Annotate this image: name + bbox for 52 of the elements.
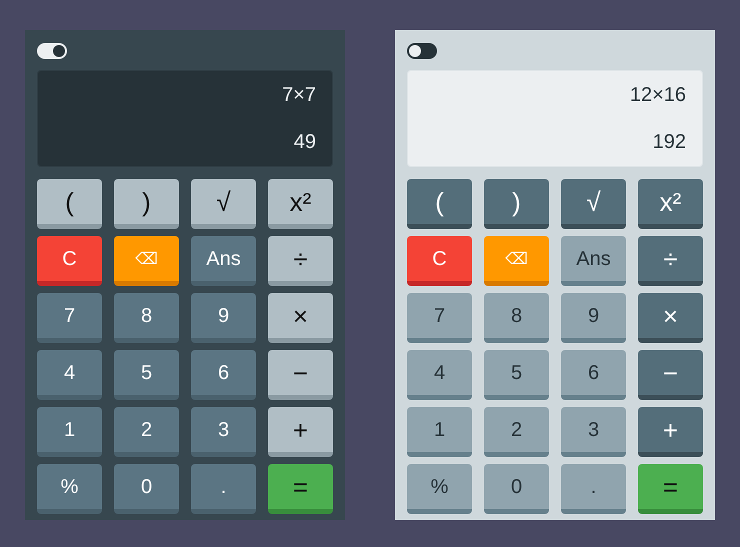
key-button[interactable]: 0 — [484, 464, 549, 514]
toggle-switch[interactable] — [37, 43, 67, 59]
key-button[interactable]: 7 — [37, 293, 102, 343]
key-button[interactable]: + — [268, 407, 333, 457]
key-button[interactable]: 9 — [561, 293, 626, 343]
key-button[interactable]: − — [268, 350, 333, 400]
key-button[interactable]: + — [638, 407, 703, 457]
key-button[interactable]: C — [37, 236, 102, 286]
key-button[interactable]: = — [638, 464, 703, 514]
key-button[interactable]: 8 — [484, 293, 549, 343]
key-button[interactable]: × — [268, 293, 333, 343]
toggle-switch[interactable] — [407, 43, 437, 59]
key-button[interactable]: ) — [114, 179, 179, 229]
key-button[interactable]: 8 — [114, 293, 179, 343]
key-button[interactable]: ÷ — [268, 236, 333, 286]
key-button[interactable]: √ — [191, 179, 256, 229]
key-button[interactable]: 6 — [561, 350, 626, 400]
key-button[interactable]: 7 — [407, 293, 472, 343]
key-button[interactable]: = — [268, 464, 333, 514]
key-button[interactable]: 1 — [37, 407, 102, 457]
key-button[interactable]: 2 — [484, 407, 549, 457]
expression-text: 7×7 — [282, 85, 316, 105]
key-button[interactable]: ÷ — [638, 236, 703, 286]
key-button[interactable]: ( — [37, 179, 102, 229]
key-button[interactable]: 6 — [191, 350, 256, 400]
result-text: 192 — [652, 132, 686, 152]
key-button[interactable]: Ans — [561, 236, 626, 286]
key-button[interactable]: 3 — [561, 407, 626, 457]
key-button[interactable]: 2 — [114, 407, 179, 457]
key-button[interactable]: 5 — [484, 350, 549, 400]
result-text: 49 — [294, 132, 316, 152]
key-button[interactable]: C — [407, 236, 472, 286]
key-button[interactable]: Ans — [191, 236, 256, 286]
key-button[interactable]: % — [407, 464, 472, 514]
expression-text: 12×16 — [630, 85, 686, 105]
key-button[interactable]: 3 — [191, 407, 256, 457]
key-button[interactable]: % — [37, 464, 102, 514]
key-button[interactable]: . — [191, 464, 256, 514]
key-button[interactable]: × — [638, 293, 703, 343]
key-button[interactable]: 0 — [114, 464, 179, 514]
key-button[interactable]: 4 — [407, 350, 472, 400]
key-button[interactable]: ( — [407, 179, 472, 229]
key-button[interactable]: 1 — [407, 407, 472, 457]
key-button[interactable]: x² — [638, 179, 703, 229]
key-button[interactable]: 5 — [114, 350, 179, 400]
key-button[interactable]: √ — [561, 179, 626, 229]
key-button[interactable]: 4 — [37, 350, 102, 400]
key-button[interactable]: ) — [484, 179, 549, 229]
key-button[interactable]: x² — [268, 179, 333, 229]
key-button[interactable]: − — [638, 350, 703, 400]
key-button[interactable]: 9 — [191, 293, 256, 343]
key-button[interactable]: . — [561, 464, 626, 514]
